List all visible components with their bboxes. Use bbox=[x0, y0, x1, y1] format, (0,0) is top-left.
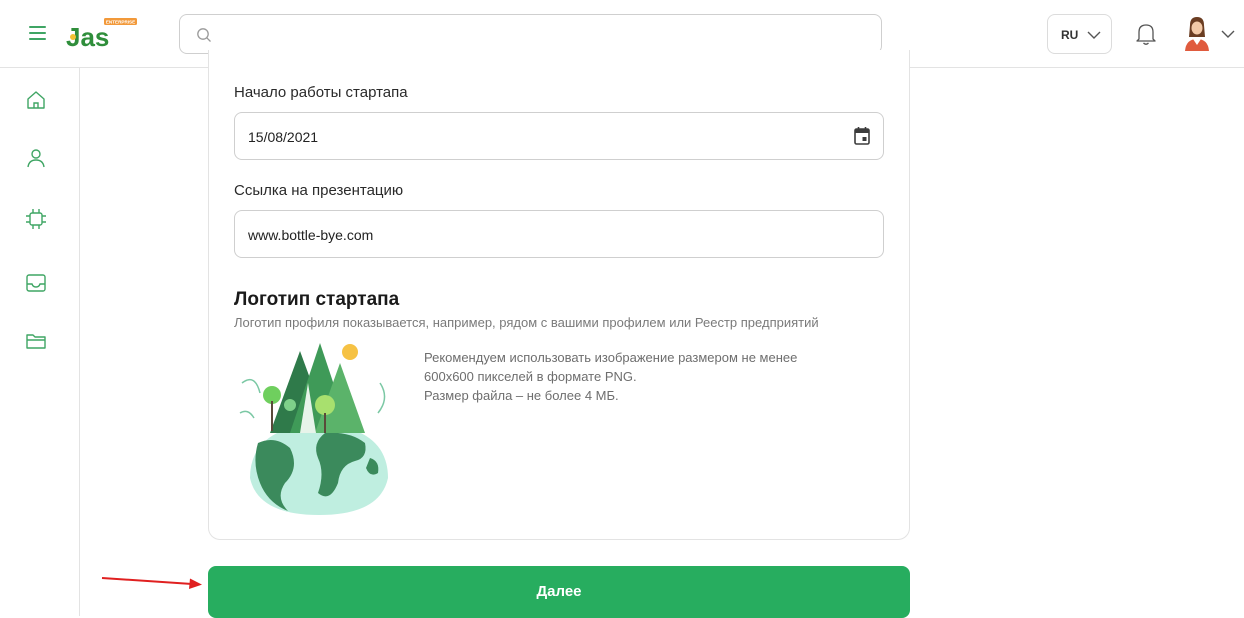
search-icon bbox=[197, 28, 211, 42]
presentation-link-value: www.bottle-bye.com bbox=[248, 227, 374, 243]
presentation-link-field[interactable]: www.bottle-bye.com bbox=[234, 210, 884, 258]
logo-badge-text: ENTERPRISE bbox=[106, 19, 135, 24]
sidebar bbox=[0, 68, 80, 616]
logo-recommendation: Рекомендуем использовать изображение раз… bbox=[424, 348, 864, 405]
logo-recommendation-line: 600x600 пикселей в формате PNG. bbox=[424, 369, 637, 384]
start-date-field[interactable]: 15/08/2021 bbox=[234, 112, 884, 160]
search-input[interactable] bbox=[220, 24, 860, 44]
presentation-link-label: Ссылка на презентацию bbox=[234, 182, 404, 199]
start-date-value: 15/08/2021 bbox=[248, 129, 319, 145]
language-label: RU bbox=[1061, 28, 1079, 42]
logo[interactable]: ENTERPRISE Jas bbox=[64, 18, 139, 48]
inbox-icon[interactable] bbox=[24, 271, 48, 295]
bell-icon[interactable] bbox=[1135, 22, 1157, 46]
logo-section-description: Логотип профиля показывается, например, … bbox=[234, 315, 819, 330]
calendar-icon[interactable] bbox=[853, 126, 871, 146]
search-box[interactable] bbox=[179, 14, 882, 54]
language-selector[interactable]: RU bbox=[1047, 14, 1112, 54]
logo-recommendation-line: Рекомендуем использовать изображение раз… bbox=[424, 350, 798, 365]
folder-icon[interactable] bbox=[24, 329, 48, 353]
start-date-label: Начало работы стартапа bbox=[234, 84, 408, 101]
hamburger-menu-icon[interactable] bbox=[29, 26, 46, 40]
startup-logo-image[interactable] bbox=[230, 343, 408, 518]
logo-section-title: Логотип стартапа bbox=[234, 289, 400, 310]
home-icon[interactable] bbox=[24, 88, 48, 112]
annotation-arrow-icon bbox=[101, 577, 202, 589]
chip-icon[interactable] bbox=[24, 207, 48, 231]
logo-recommendation-line: Размер файла – не более 4 МБ. bbox=[424, 388, 619, 403]
chevron-down-icon bbox=[1087, 31, 1101, 39]
avatar[interactable] bbox=[1182, 15, 1212, 51]
chevron-down-icon[interactable] bbox=[1220, 27, 1236, 41]
next-button[interactable]: Далее bbox=[208, 566, 910, 618]
user-icon[interactable] bbox=[24, 146, 48, 170]
